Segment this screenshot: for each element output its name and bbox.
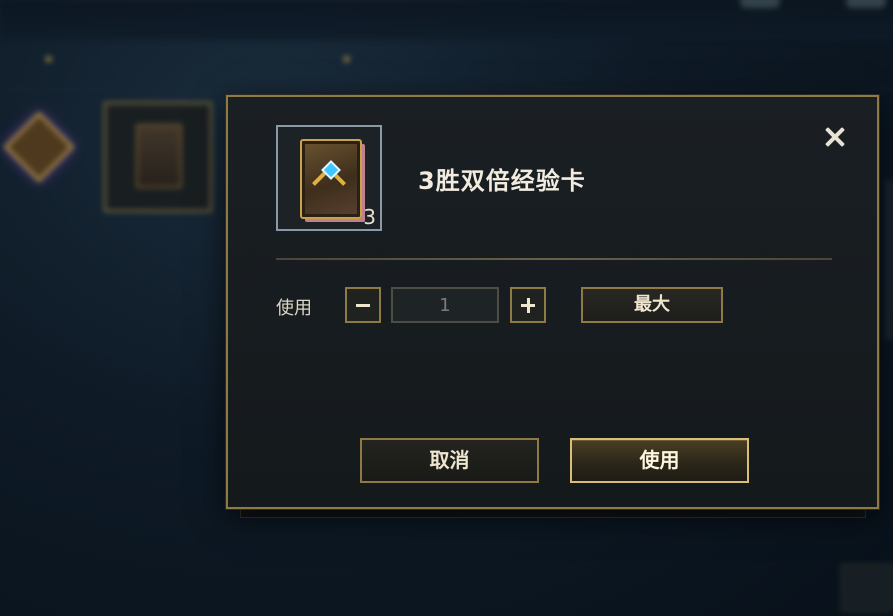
item-count: 3 [363, 205, 376, 229]
currency-chip [740, 0, 780, 8]
close-icon[interactable] [823, 125, 847, 149]
currency-chip [846, 0, 886, 8]
quantity-input[interactable] [391, 287, 499, 323]
use-quantity-label: 使用 [276, 298, 312, 319]
minus-icon [356, 304, 370, 307]
tab-blurred[interactable] [488, 60, 550, 80]
tab-blurred[interactable] [200, 60, 244, 80]
divider [276, 258, 832, 260]
gem-icon [3, 111, 75, 183]
tab-blurred[interactable]: ★ [6, 52, 54, 80]
tab-blurred[interactable] [390, 60, 452, 80]
use-item-dialog: 3 3胜双倍经验卡 使用 最大 取消 使用 [226, 95, 879, 509]
cancel-button[interactable]: 取消 [360, 438, 539, 483]
corner-button[interactable] [841, 564, 893, 612]
card-icon [136, 124, 182, 188]
tab-blurred[interactable] [100, 60, 144, 80]
category-tabs: ★ ★ [0, 50, 893, 90]
item-icon-frame: 3 [276, 125, 382, 231]
top-bar [0, 0, 893, 40]
tab-blurred[interactable]: ★ [300, 52, 352, 80]
max-button[interactable]: 最大 [581, 287, 723, 323]
plus-icon-vertical [527, 298, 530, 313]
scroll-edge [885, 180, 893, 340]
item-title: 3胜双倍经验卡 [418, 167, 586, 195]
decrease-button[interactable] [345, 287, 381, 323]
inventory-slot-selected[interactable] [104, 102, 212, 212]
increase-button[interactable] [510, 287, 546, 323]
exp-card-icon [300, 139, 362, 219]
confirm-use-button[interactable]: 使用 [570, 438, 749, 483]
inventory-slot[interactable] [0, 102, 108, 212]
